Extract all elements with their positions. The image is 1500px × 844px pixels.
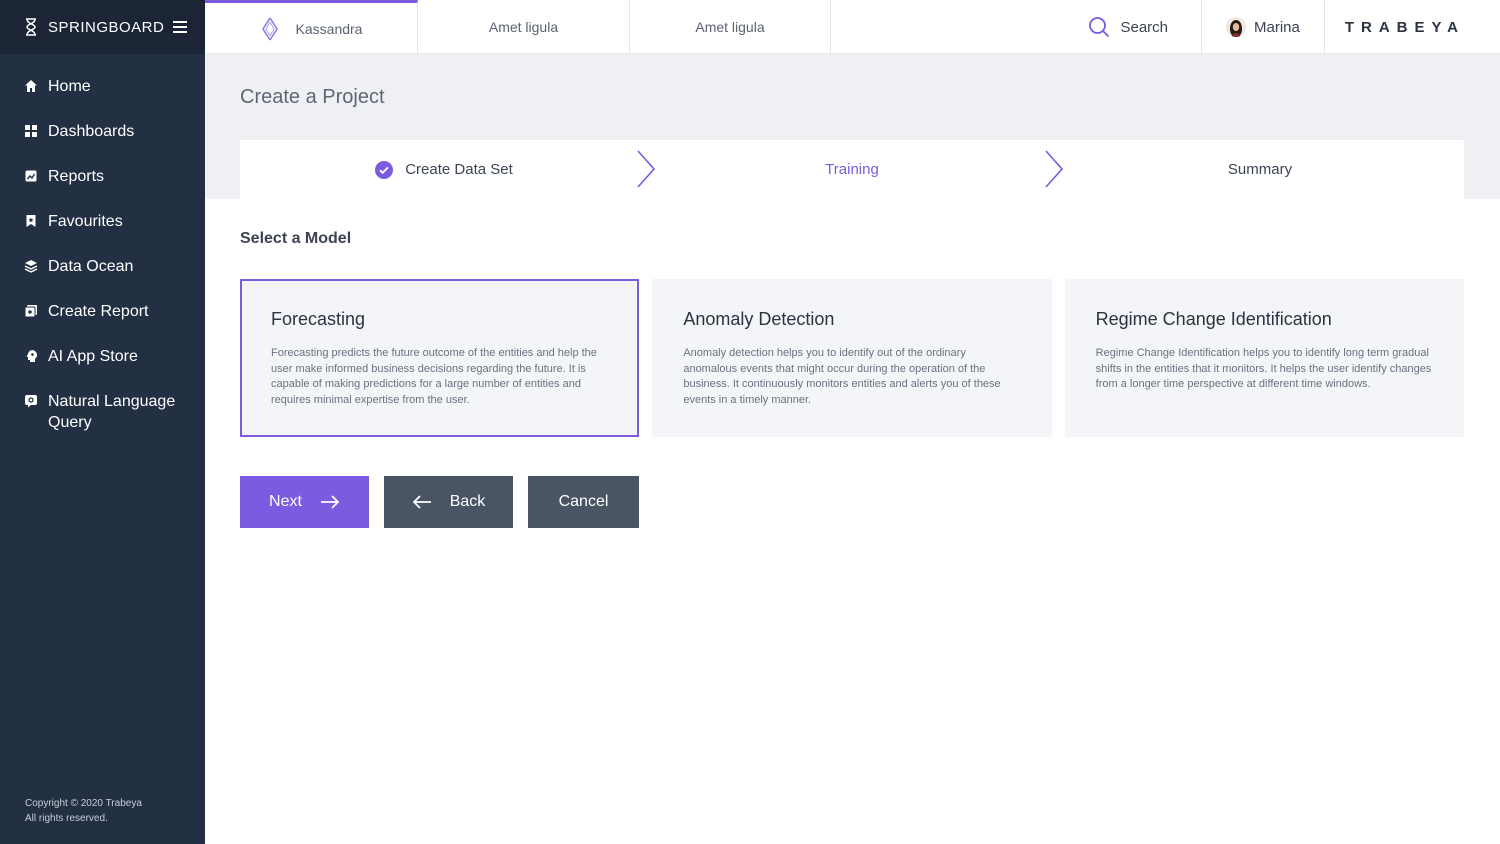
sidebar-item-reports[interactable]: Reports bbox=[0, 154, 205, 199]
step-training[interactable]: Training bbox=[648, 140, 1064, 199]
sidebar-item-label: Dashboards bbox=[48, 123, 135, 140]
brand-bar: SPRINGBOARD bbox=[0, 0, 205, 54]
step-label: Create Data Set bbox=[405, 161, 513, 178]
project-stepper: Create Data Set Training Summary bbox=[240, 140, 1464, 199]
model-card-anomaly-detection[interactable]: Anomaly Detection Anomaly detection help… bbox=[652, 279, 1052, 437]
sidebar-item-label: Favourites bbox=[48, 213, 123, 230]
form-actions: Next Back Cancel bbox=[240, 476, 639, 528]
sidebar-item-label: Reports bbox=[48, 168, 105, 185]
company-name: TRABEYA bbox=[1344, 18, 1465, 36]
sidebar-item-favourites[interactable]: Favourites bbox=[0, 199, 205, 244]
bookmark-icon bbox=[26, 215, 36, 227]
avatar bbox=[1226, 17, 1246, 37]
kassandra-logo-icon bbox=[261, 17, 278, 40]
tab-amet-ligula-2[interactable]: Amet ligula bbox=[630, 0, 831, 54]
card-title: Anomaly Detection bbox=[683, 309, 835, 329]
create-report-icon bbox=[24, 305, 37, 318]
sidebar-item-label: Create Report bbox=[48, 303, 149, 320]
ai-app-store-icon bbox=[26, 350, 37, 362]
topbar-right: Search Marina TRABEYA bbox=[1088, 0, 1500, 54]
tab-label: Amet ligula bbox=[695, 19, 765, 35]
card-title: Forecasting bbox=[271, 309, 366, 329]
step-label: Training bbox=[825, 161, 879, 178]
back-label: Back bbox=[449, 493, 486, 510]
model-card-regime-change[interactable]: Regime Change Identification Regime Chan… bbox=[1064, 279, 1464, 437]
card-description: Anomaly detection helps you to identify … bbox=[683, 347, 1001, 406]
sidebar-item-dashboards[interactable]: Dashboards bbox=[0, 109, 205, 154]
model-card-forecasting[interactable]: Forecasting Forecasting predicts the fut… bbox=[240, 279, 640, 437]
model-cards: Forecasting Forecasting predicts the fut… bbox=[240, 279, 1464, 437]
copyright-text: Copyright © 2020 Trabeya bbox=[25, 798, 142, 809]
sidebar-item-data-ocean[interactable]: Data Ocean bbox=[0, 244, 205, 289]
user-name: Marina bbox=[1254, 18, 1300, 36]
tab-label: Amet ligula bbox=[488, 19, 559, 35]
app-name: SPRINGBOARD bbox=[48, 18, 165, 36]
layers-icon bbox=[24, 260, 38, 273]
tab-label: Kassandra bbox=[295, 20, 363, 37]
next-label: Next bbox=[269, 493, 302, 510]
sidebar-item-label: AI App Store bbox=[48, 348, 138, 365]
sidebar-item-label: Home bbox=[48, 78, 91, 95]
search-button[interactable]: Search bbox=[1088, 0, 1202, 54]
card-description: Forecasting predicts the future outcome … bbox=[271, 347, 597, 406]
sidebar-item-ai-app-store[interactable]: AI App Store bbox=[0, 334, 205, 379]
search-icon bbox=[1089, 17, 1110, 38]
section-title: Select a Model bbox=[240, 230, 352, 247]
arrow-left-icon bbox=[412, 495, 431, 509]
step-label: Summary bbox=[1227, 161, 1293, 178]
reports-icon bbox=[25, 170, 37, 182]
sidebar-item-label: Natural Language Query bbox=[48, 393, 176, 431]
company-logo: TRABEYA bbox=[1325, 0, 1500, 54]
cancel-label: Cancel bbox=[558, 493, 609, 510]
springboard-logo-icon bbox=[22, 17, 40, 37]
step-summary[interactable]: Summary bbox=[1056, 140, 1464, 199]
step-create-data-set[interactable]: Create Data Set bbox=[240, 140, 656, 199]
sidebar-item-natural-language-query[interactable]: Natural Language Query bbox=[0, 379, 205, 445]
check-circle-icon bbox=[375, 160, 394, 179]
copyright: Copyright © 2020 Trabeya All rights rese… bbox=[25, 796, 142, 826]
dashboard-icon bbox=[25, 125, 37, 137]
menu-toggle-icon[interactable] bbox=[173, 21, 187, 33]
nlq-icon bbox=[25, 395, 37, 408]
tab-amet-ligula-1[interactable]: Amet ligula bbox=[418, 0, 630, 54]
rights-text: All rights reserved. bbox=[25, 813, 108, 824]
search-label: Search bbox=[1120, 18, 1168, 36]
home-icon bbox=[25, 80, 37, 92]
sidebar-item-create-report[interactable]: Create Report bbox=[0, 289, 205, 334]
card-description: Regime Change Identification helps you t… bbox=[1095, 347, 1432, 390]
topbar: Kassandra Amet ligula Amet ligula Search… bbox=[205, 0, 1500, 54]
cancel-button[interactable]: Cancel bbox=[528, 476, 639, 528]
sidebar-item-label: Data Ocean bbox=[48, 258, 134, 275]
next-button[interactable]: Next bbox=[240, 476, 369, 528]
tab-kassandra[interactable]: Kassandra bbox=[205, 0, 418, 54]
card-title: Regime Change Identification bbox=[1095, 309, 1332, 329]
user-menu[interactable]: Marina bbox=[1202, 0, 1325, 54]
sidebar: SPRINGBOARD Home Dashboards Reports Favo… bbox=[0, 0, 205, 844]
sidebar-nav: Home Dashboards Reports Favourites Data … bbox=[0, 54, 205, 445]
back-button[interactable]: Back bbox=[384, 476, 513, 528]
page-title: Create a Project bbox=[240, 86, 385, 108]
sidebar-item-home[interactable]: Home bbox=[0, 64, 205, 109]
arrow-right-icon bbox=[320, 495, 340, 509]
